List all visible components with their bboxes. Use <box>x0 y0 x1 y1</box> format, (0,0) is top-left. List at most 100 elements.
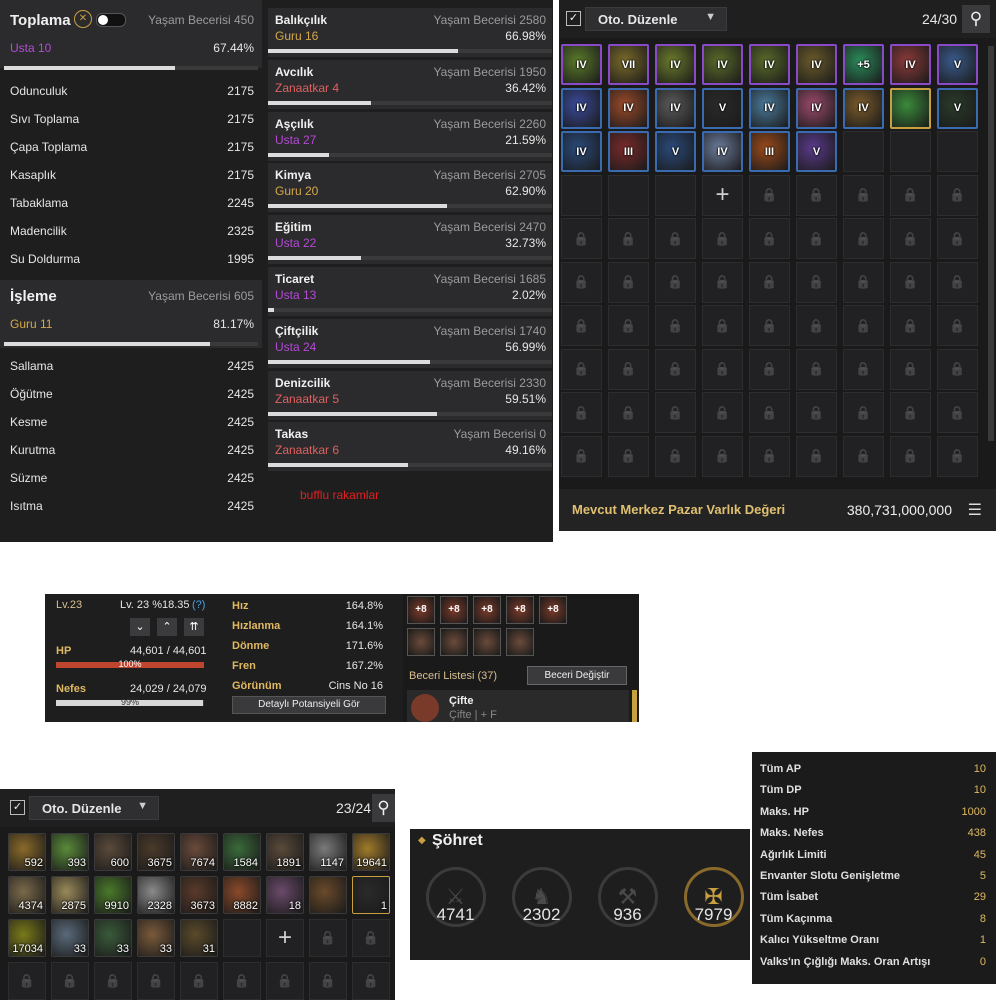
empty-slot[interactable] <box>561 174 602 216</box>
inventory-item[interactable]: V <box>655 131 696 172</box>
inventory-item[interactable]: 19641 <box>352 833 390 871</box>
inventory-item[interactable]: 1584 <box>223 833 261 871</box>
search-icon[interactable]: ⚲ <box>372 794 395 822</box>
empty-slot[interactable] <box>608 174 649 216</box>
expand-slot-button[interactable]: + <box>266 919 304 957</box>
inventory-item[interactable]: V <box>796 131 837 172</box>
mount-skill-icon[interactable]: +8 <box>539 596 567 624</box>
inventory-item[interactable]: 9910 <box>94 876 132 914</box>
locked-slot <box>223 962 261 1000</box>
mount-skill-icon[interactable] <box>473 628 501 656</box>
inventory-item[interactable]: 393 <box>51 833 89 871</box>
inventory-item[interactable]: III <box>608 131 649 172</box>
inventory-item[interactable]: +5 <box>843 44 884 85</box>
search-icon[interactable]: ⚲ <box>962 5 990 33</box>
inventory-item[interactable]: 4374 <box>8 876 46 914</box>
inventory-item[interactable]: 33 <box>94 919 132 957</box>
inventory-item[interactable]: III <box>749 131 790 172</box>
auto-sort-dropdown[interactable]: Oto. Düzenle ▼ <box>585 7 727 31</box>
inventory-item[interactable]: IV <box>655 44 696 85</box>
inventory-item[interactable]: 7674 <box>180 833 218 871</box>
inventory-item[interactable]: IV <box>890 44 931 85</box>
skill-scrollbar[interactable] <box>632 690 637 722</box>
inventory-item[interactable]: 592 <box>8 833 46 871</box>
inventory-item[interactable]: V <box>937 87 978 129</box>
skill-life-value: Yaşam Becerisi 2470 <box>433 220 547 235</box>
empty-slot[interactable] <box>655 174 696 216</box>
chevron-up-icon[interactable]: ⌃ <box>157 618 177 636</box>
inventory-item[interactable]: 1 <box>352 876 390 914</box>
inventory-item[interactable]: IV <box>749 87 790 129</box>
inventory-item[interactable] <box>890 87 931 129</box>
inventory-item[interactable]: 8882 <box>223 876 261 914</box>
inventory-item[interactable]: 2875 <box>51 876 89 914</box>
double-chevron-up-icon[interactable]: ⇈ <box>184 618 204 636</box>
empty-slot[interactable] <box>890 131 931 172</box>
inventory-item[interactable]: IV <box>655 87 696 129</box>
mount-skill-icon[interactable] <box>407 628 435 656</box>
inventory-item[interactable]: IV <box>749 44 790 85</box>
sub-skill-value: 2175 <box>227 112 254 126</box>
empty-slot[interactable] <box>223 919 261 957</box>
mount-skill-icon[interactable]: +8 <box>506 596 534 624</box>
bonus-name: Tüm İsabet <box>760 891 819 904</box>
inventory-item[interactable]: VII <box>608 44 649 85</box>
auto-sort-checkbox[interactable]: ✓ <box>566 11 581 26</box>
mount-skill-icon[interactable]: +8 <box>407 596 435 624</box>
sub-skill-value: 2425 <box>227 443 254 457</box>
mount-skill-icon[interactable]: +8 <box>473 596 501 624</box>
mount-skill-icon[interactable]: +8 <box>440 596 468 624</box>
empty-slot[interactable] <box>843 131 884 172</box>
fame-value: 936 <box>613 905 642 924</box>
item-enhance-label: V <box>718 102 727 114</box>
inventory-item[interactable]: IV <box>796 87 837 129</box>
mount-skill-icon[interactable] <box>440 628 468 656</box>
inventory-item[interactable]: IV <box>561 131 602 172</box>
level-label: Lv.23 <box>56 599 83 611</box>
inventory-1-toolbar: ✓ Oto. Düzenle ▼ 24/30 ⚲ <box>559 0 996 38</box>
inventory-item[interactable]: V <box>937 44 978 85</box>
inventory-item[interactable]: 31 <box>180 919 218 957</box>
inventory-item[interactable]: 2328 <box>137 876 175 914</box>
help-icon[interactable]: (?) <box>192 599 205 611</box>
skill-change-button[interactable]: Beceri Değiştir <box>527 666 627 685</box>
locked-slot <box>180 962 218 1000</box>
inventory-item[interactable]: 600 <box>94 833 132 871</box>
inventory-item[interactable]: IV <box>796 44 837 85</box>
inventory-item[interactable]: V <box>702 87 743 129</box>
inventory-item[interactable]: 33 <box>137 919 175 957</box>
inventory-item[interactable]: 18 <box>266 876 304 914</box>
toplama-toggle[interactable] <box>96 13 126 27</box>
auto-sort-checkbox[interactable]: ✓ <box>10 800 25 815</box>
mount-skill-icon[interactable] <box>506 628 534 656</box>
detail-potential-button[interactable]: Detaylı Potansiyeli Gör <box>232 696 386 714</box>
inventory-item[interactable]: 3675 <box>137 833 175 871</box>
locked-slot <box>702 305 743 346</box>
auto-sort-dropdown[interactable]: Oto. Düzenle ▼ <box>29 796 159 820</box>
inventory-item[interactable]: IV <box>561 44 602 85</box>
expand-slot-button[interactable]: + <box>702 174 743 216</box>
inventory-item[interactable]: 3673 <box>180 876 218 914</box>
inventory-item[interactable]: IV <box>608 87 649 129</box>
bonus-row: Ağırlık Limiti 45 <box>752 845 996 866</box>
inventory-item[interactable]: IV <box>843 87 884 129</box>
locked-slot <box>561 261 602 303</box>
inventory-item[interactable]: 1891 <box>266 833 304 871</box>
locked-slot <box>561 305 602 346</box>
empty-slot[interactable] <box>937 131 978 172</box>
stat-name: Hızlanma <box>232 620 281 632</box>
item-quantity: 7674 <box>190 857 215 869</box>
bonus-name: Valks'ın Çığlığı Maks. Oran Artışı <box>760 955 931 968</box>
inventory-item[interactable] <box>309 876 347 914</box>
chevron-down-icon[interactable]: ⌄ <box>130 618 150 636</box>
inventory-1-scrollbar[interactable] <box>988 46 994 441</box>
inventory-item[interactable]: 33 <box>51 919 89 957</box>
skill-progress-fill <box>268 49 459 53</box>
inventory-item[interactable]: 1147 <box>309 833 347 871</box>
skill-entry[interactable]: Çifte Çifte | + F <box>407 690 629 722</box>
skill-progress-fill <box>268 411 437 416</box>
inventory-item[interactable]: 17034 <box>8 919 46 957</box>
inventory-item[interactable]: IV <box>702 44 743 85</box>
inventory-item[interactable]: IV <box>702 131 743 172</box>
inventory-item[interactable]: IV <box>561 87 602 129</box>
